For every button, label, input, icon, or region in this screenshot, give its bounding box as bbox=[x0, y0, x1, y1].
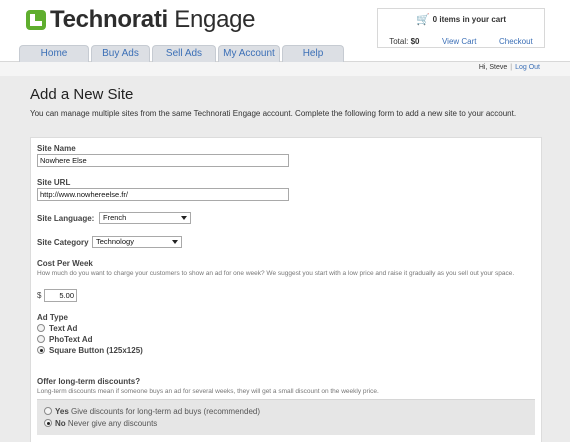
currency-symbol: $ bbox=[37, 291, 42, 300]
page-intro: You can manage multiple sites from the s… bbox=[30, 109, 517, 118]
tab-my-account[interactable]: My Account bbox=[218, 45, 280, 62]
ad-type-photext-radio[interactable] bbox=[37, 335, 45, 343]
chevron-down-icon bbox=[172, 240, 178, 244]
cost-help-text: How much do you want to charge your cust… bbox=[37, 270, 515, 277]
cart-item-count: 0 items in your cart bbox=[432, 15, 507, 24]
tab-buy-ads[interactable]: Buy Ads bbox=[91, 45, 150, 62]
site-name-input[interactable] bbox=[37, 154, 289, 167]
site-language-label: Site Language: bbox=[37, 214, 95, 223]
view-cart-link[interactable]: View Cart bbox=[442, 37, 477, 46]
ad-type-text-radio[interactable] bbox=[37, 324, 45, 332]
chevron-down-icon bbox=[181, 216, 187, 220]
main-nav: Home Buy Ads Sell Ads My Account Help bbox=[19, 45, 344, 62]
user-greeting: Hi, Steve bbox=[478, 64, 508, 71]
site-category-label: Site Category bbox=[37, 238, 89, 247]
site-language-select[interactable]: French bbox=[99, 212, 191, 224]
checkout-link[interactable]: Checkout bbox=[499, 37, 533, 46]
cart-icon: 🛒 bbox=[415, 14, 430, 26]
logout-link[interactable]: Log Out bbox=[515, 64, 540, 71]
cart-summary: 🛒 0 items in your cart Total: $0 View Car… bbox=[377, 8, 545, 48]
user-bar: Hi, Steve | Log Out bbox=[479, 64, 540, 71]
brand-name: Technorati Engage bbox=[50, 6, 256, 33]
ad-type-square-button-radio[interactable] bbox=[37, 346, 45, 354]
tab-home[interactable]: Home bbox=[19, 45, 89, 62]
cart-total: Total: $0 bbox=[389, 36, 420, 46]
discounts-label: Offer long-term discounts? bbox=[37, 377, 141, 386]
page-title: Add a New Site bbox=[30, 86, 134, 103]
cost-label: Cost Per Week bbox=[37, 259, 93, 268]
user-separator: | bbox=[510, 64, 513, 71]
ad-type-text-label: Text Ad bbox=[49, 324, 78, 333]
discount-yes-radio[interactable] bbox=[44, 407, 52, 415]
discounts-help-text: Long-term discounts mean if someone buys… bbox=[37, 388, 379, 395]
ad-type-label: Ad Type bbox=[37, 313, 68, 322]
site-name-label: Site Name bbox=[37, 144, 76, 153]
discount-options: Yes Give discounts for long-term ad buys… bbox=[37, 399, 535, 435]
ad-type-square-button-label: Square Button (125x125) bbox=[49, 346, 143, 355]
add-site-form: Site Name Site URL Site Language: French… bbox=[30, 137, 542, 442]
tab-sell-ads[interactable]: Sell Ads bbox=[152, 45, 216, 62]
logo[interactable]: Technorati Engage bbox=[26, 6, 256, 34]
discount-no-label: No Never give any discounts bbox=[55, 419, 158, 428]
discount-no-radio[interactable] bbox=[44, 419, 52, 427]
technorati-logo-icon bbox=[26, 10, 46, 30]
cost-per-week-input[interactable] bbox=[44, 289, 77, 302]
discount-yes-label: Yes Give discounts for long-term ad buys… bbox=[55, 407, 260, 416]
tab-help[interactable]: Help bbox=[282, 45, 344, 62]
site-category-select[interactable]: Technology bbox=[92, 236, 182, 248]
site-url-label: Site URL bbox=[37, 178, 71, 187]
site-url-input[interactable] bbox=[37, 188, 289, 201]
ad-type-photext-label: PhoText Ad bbox=[49, 335, 93, 344]
